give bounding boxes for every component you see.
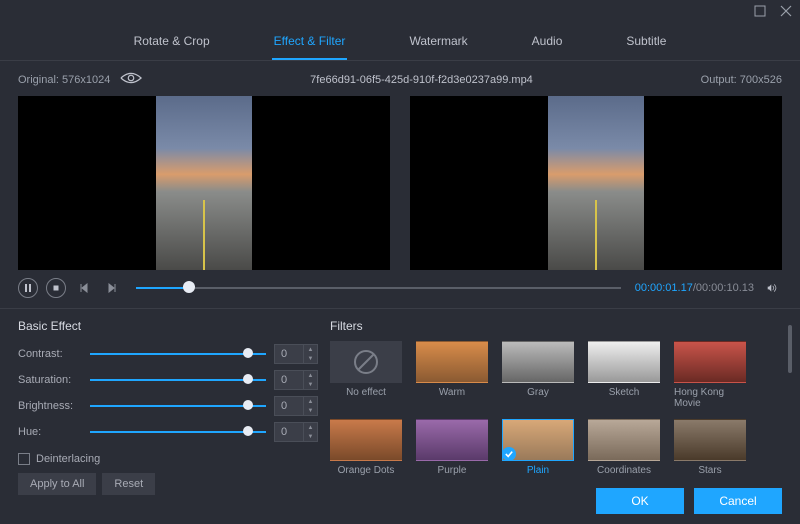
pause-button[interactable]	[18, 278, 38, 298]
brightness-value[interactable]: 0▲▼	[274, 396, 318, 416]
tab-audio[interactable]: Audio	[530, 28, 565, 60]
filter-sketch[interactable]: Sketch	[588, 341, 660, 409]
contrast-value[interactable]: 0▲▼	[274, 344, 318, 364]
filter-plain[interactable]: Plain	[502, 419, 574, 476]
tab-rotate-crop[interactable]: Rotate & Crop	[132, 28, 212, 60]
preview-original	[18, 96, 390, 270]
slider-label: Hue:	[18, 426, 82, 438]
reset-button[interactable]: Reset	[102, 473, 155, 495]
tab-effect-filter[interactable]: Effect & Filter	[272, 28, 348, 60]
maximize-icon[interactable]	[754, 5, 766, 20]
filters-title: Filters	[330, 319, 782, 333]
slider-label: Contrast:	[18, 348, 82, 360]
tab-watermark[interactable]: Watermark	[407, 28, 469, 60]
preview-output	[410, 96, 782, 270]
deinterlacing-checkbox[interactable]: Deinterlacing	[18, 453, 318, 465]
apply-to-all-button[interactable]: Apply to All	[18, 473, 96, 495]
contrast-slider[interactable]	[90, 346, 266, 362]
basic-effect-title: Basic Effect	[18, 319, 318, 333]
tab-subtitle[interactable]: Subtitle	[624, 28, 668, 60]
eye-icon[interactable]	[120, 71, 142, 88]
filters-scrollbar[interactable]	[788, 325, 792, 373]
filter-stars[interactable]: Stars	[674, 419, 746, 476]
filter-gray[interactable]: Gray	[502, 341, 574, 409]
filter-hong-kong-movie[interactable]: Hong Kong Movie	[674, 341, 746, 409]
filter-warm[interactable]: Warm	[416, 341, 488, 409]
saturation-slider[interactable]	[90, 372, 266, 388]
hue-slider[interactable]	[90, 424, 266, 440]
slider-label: Saturation:	[18, 374, 82, 386]
timecode: 00:00:01.17/00:00:10.13	[635, 282, 754, 294]
hue-value[interactable]: 0▲▼	[274, 422, 318, 442]
prev-frame-button[interactable]	[74, 278, 94, 298]
filter-no-effect[interactable]: No effect	[330, 341, 402, 409]
filter-orange-dots[interactable]: Orange Dots	[330, 419, 402, 476]
output-size-label: Output: 700x526	[701, 74, 782, 86]
stop-button[interactable]	[46, 278, 66, 298]
volume-icon[interactable]	[762, 278, 782, 298]
seek-slider[interactable]	[136, 280, 621, 296]
tabs: Rotate & Crop Effect & Filter Watermark Aud…	[0, 24, 800, 61]
saturation-value[interactable]: 0▲▼	[274, 370, 318, 390]
close-icon[interactable]	[780, 5, 792, 20]
slider-label: Brightness:	[18, 400, 82, 412]
filter-coordinates[interactable]: Coordinates	[588, 419, 660, 476]
filename-label: 7fe66d91-06f5-425d-910f-f2d3e0237a99.mp4	[310, 74, 533, 86]
original-size-label: Original: 576x1024	[18, 74, 110, 86]
ok-button[interactable]: OK	[596, 488, 684, 514]
filter-purple[interactable]: Purple	[416, 419, 488, 476]
cancel-button[interactable]: Cancel	[694, 488, 782, 514]
next-frame-button[interactable]	[102, 278, 122, 298]
brightness-slider[interactable]	[90, 398, 266, 414]
